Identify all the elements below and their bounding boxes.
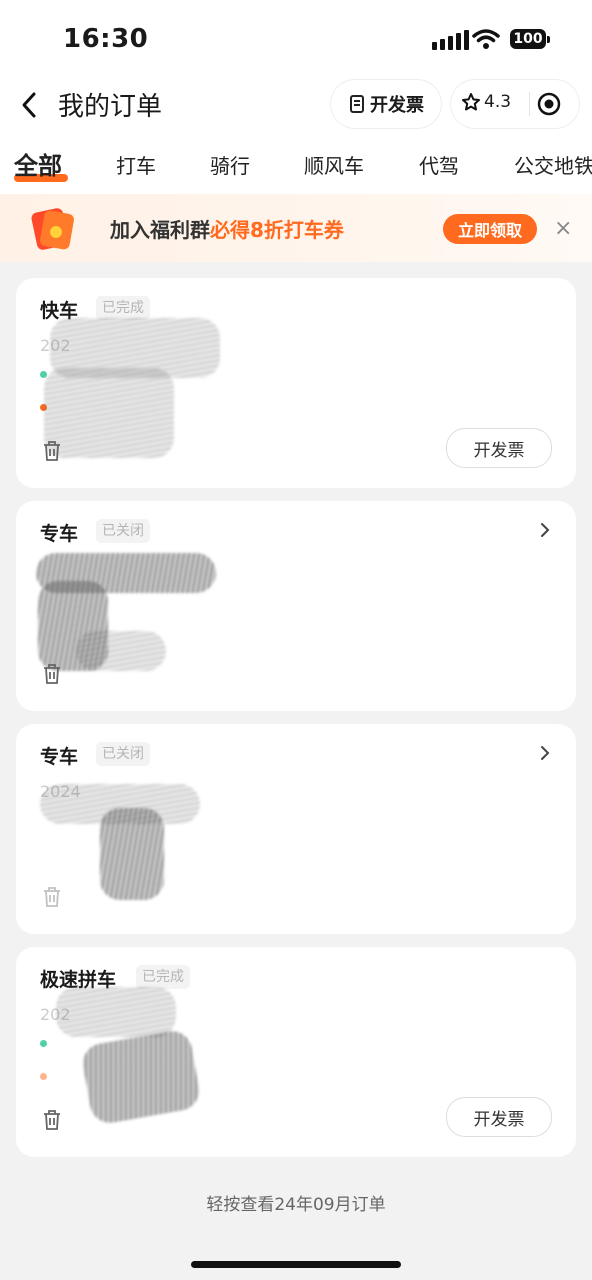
pickup-dot-icon [40, 1040, 47, 1047]
trash-icon[interactable] [42, 1109, 62, 1131]
chevron-right-icon[interactable] [538, 521, 552, 539]
status-badge: 已关闭 [96, 742, 150, 766]
wifi-icon [472, 29, 500, 49]
claim-button[interactable]: 立即领取 [443, 214, 537, 244]
red-packet-icon [31, 208, 74, 250]
status-badge: 已完成 [136, 965, 190, 989]
invoice-icon [350, 95, 364, 113]
trash-icon[interactable] [42, 663, 62, 685]
order-card[interactable]: 快车 已完成 202 开发票 [16, 278, 576, 488]
status-bar: 16:30 100 [0, 0, 592, 80]
redaction-scribble [100, 808, 164, 900]
redaction-scribble [79, 1028, 203, 1126]
redaction-scribble [44, 368, 174, 458]
rating-value: 4.3 [484, 92, 512, 112]
order-card[interactable]: 专车 已关闭 [16, 501, 576, 711]
status-time: 16:30 [63, 24, 149, 54]
promo-text-main: 加入福利群 [110, 218, 210, 242]
pill-divider [529, 92, 530, 116]
star-icon [462, 93, 480, 111]
trash-icon[interactable] [42, 440, 62, 462]
target-icon[interactable] [537, 92, 561, 116]
order-card[interactable]: 极速拼车 已完成 202 开发票 [16, 947, 576, 1157]
close-icon[interactable]: × [554, 216, 572, 241]
cellular-signal-icon [432, 30, 469, 50]
status-badge: 已完成 [96, 296, 150, 320]
invoice-button[interactable]: 开发票 [446, 1097, 552, 1137]
redaction-scribble [56, 987, 176, 1037]
category-tabs: 全部 打车 骑行 顺风车 代驾 公交地铁 [0, 138, 592, 194]
header-invoice-button[interactable]: 开发票 [331, 80, 441, 128]
order-card[interactable]: 专车 已关闭 2024 [16, 724, 576, 934]
header-actions-pill: 4.3 [451, 80, 579, 128]
status-badge: 已关闭 [96, 519, 150, 543]
tab-carpool[interactable]: 顺风车 [304, 150, 364, 179]
tab-designated-driver[interactable]: 代驾 [419, 150, 459, 179]
dropoff-dot-icon [40, 1073, 47, 1080]
home-indicator[interactable] [191, 1261, 401, 1268]
tab-cycling[interactable]: 骑行 [210, 150, 250, 179]
promo-text: 加入福利群必得8折打车券 [110, 214, 344, 243]
trash-icon[interactable] [42, 886, 62, 908]
tab-transit[interactable]: 公交地铁 [514, 150, 592, 179]
battery-icon: 100 [510, 29, 550, 49]
page-title: 我的订单 [58, 92, 163, 122]
tab-taxi[interactable]: 打车 [116, 150, 156, 179]
tab-all[interactable]: 全部 [14, 146, 62, 181]
redaction-scribble [76, 631, 166, 671]
view-previous-orders-link[interactable]: 轻按查看24年09月订单 [0, 1190, 592, 1215]
order-type: 专车 [40, 746, 79, 768]
promo-text-highlight: 必得8折打车券 [210, 218, 344, 242]
invoice-button[interactable]: 开发票 [446, 428, 552, 468]
page-header: 我的订单 开发票 4.3 [0, 80, 592, 138]
header-invoice-label: 开发票 [370, 95, 424, 116]
back-arrow-icon[interactable] [18, 90, 42, 120]
chevron-right-icon[interactable] [538, 744, 552, 762]
rating-button[interactable]: 4.3 [461, 92, 511, 112]
promo-banner[interactable]: 加入福利群必得8折打车券 立即领取 × [0, 194, 592, 262]
order-type: 专车 [40, 523, 79, 545]
